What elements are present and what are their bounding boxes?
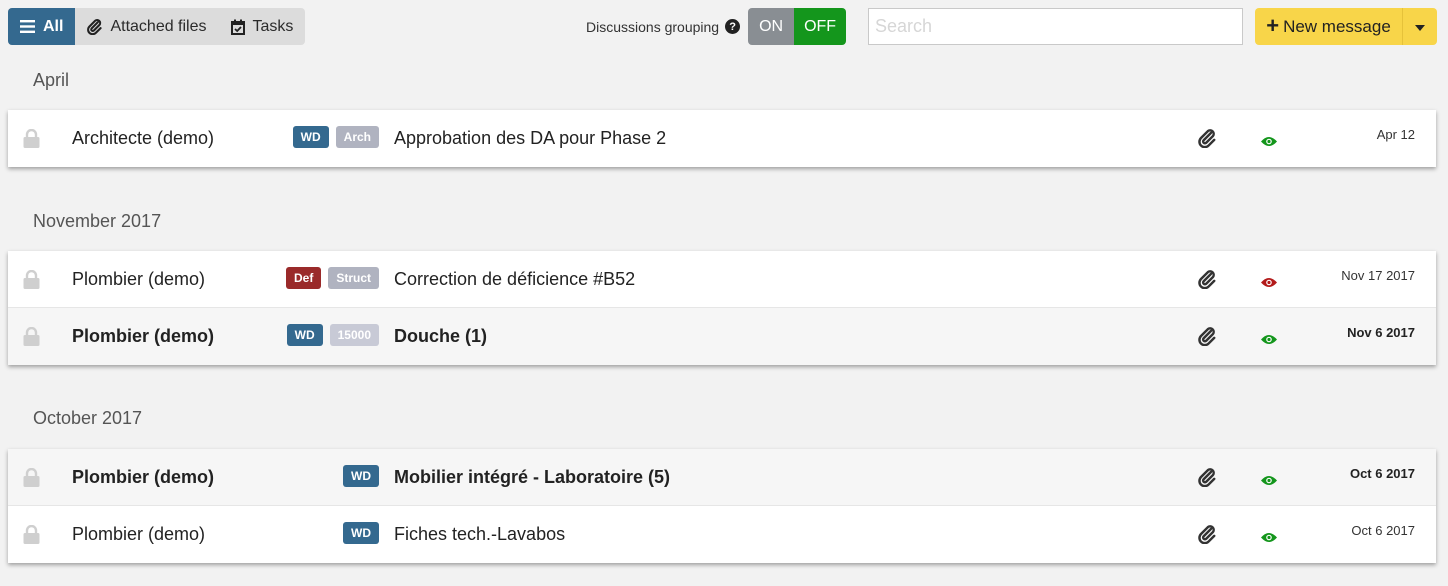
- message-group-card: Plombier (demo) WD Mobilier intégré - Labo…: [8, 449, 1436, 563]
- message-tag[interactable]: Def: [285, 267, 322, 289]
- message-date: Oct 6 2017: [1351, 523, 1415, 538]
- message-tag[interactable]: WD: [343, 465, 379, 487]
- group-title: April: [33, 70, 70, 90]
- paperclip-icon[interactable]: [1198, 128, 1216, 153]
- message-sender: Plombier (demo): [72, 269, 206, 289]
- message-sender: Plombier (demo): [72, 326, 215, 346]
- message-group-card: Architecte (demo) WD Arch Approbation des D…: [8, 110, 1436, 167]
- message-date: Apr 12: [1376, 127, 1415, 142]
- lock-icon: [23, 467, 40, 492]
- search-input[interactable]: [868, 8, 1243, 45]
- paperclip-icon[interactable]: [1198, 524, 1216, 549]
- lock-icon: [23, 128, 40, 153]
- message-tags: WD: [343, 465, 379, 487]
- lock-icon: [23, 326, 40, 351]
- message-tags: WD Arch: [292, 126, 379, 148]
- message-date: Nov 6 2017: [1347, 325, 1415, 340]
- filter-attached-files-label: Attached files: [110, 17, 207, 35]
- eye-icon[interactable]: [1261, 332, 1277, 350]
- filter-all-label: All: [43, 17, 64, 35]
- message-row[interactable]: Plombier (demo) WD 15000 Douche (1) Nov 6 20…: [8, 308, 1436, 365]
- filter-attached-files-button[interactable]: Attached files: [75, 8, 218, 45]
- group-title: November 2017: [33, 211, 162, 231]
- lock-icon: [23, 524, 40, 549]
- caret-down-icon: [1415, 18, 1425, 36]
- message-tags: WD 15000: [286, 324, 379, 346]
- eye-icon[interactable]: [1261, 473, 1277, 491]
- grouping-off-button[interactable]: OFF: [794, 8, 847, 45]
- plus-icon: +: [1266, 12, 1280, 38]
- menu-icon: [20, 20, 35, 33]
- message-sender: Plombier (demo): [72, 524, 206, 544]
- paperclip-icon[interactable]: [1198, 269, 1216, 294]
- new-message-dropdown-button[interactable]: [1403, 8, 1437, 45]
- message-tag[interactable]: WD: [286, 324, 323, 346]
- filter-group: All Attached files Tasks: [8, 8, 306, 45]
- message-date: Nov 17 2017: [1341, 268, 1415, 283]
- message-subject[interactable]: Correction de déficience #B52: [394, 251, 635, 308]
- message-tag[interactable]: 15000: [329, 324, 379, 346]
- message-row[interactable]: Architecte (demo) WD Arch Approbation des D…: [8, 110, 1436, 167]
- grouping-on-button[interactable]: ON: [748, 8, 795, 45]
- filter-tasks-label: Tasks: [252, 17, 294, 35]
- toolbar: All Attached files Tasks Discussions gro…: [8, 8, 1438, 45]
- message-subject[interactable]: Fiches tech.-Lavabos: [394, 506, 565, 563]
- message-sender: Architecte (demo): [72, 128, 215, 148]
- eye-icon[interactable]: [1261, 134, 1277, 152]
- paperclip-icon: [87, 18, 103, 35]
- message-tag[interactable]: Struct: [328, 267, 379, 289]
- message-subject[interactable]: Approbation des DA pour Phase 2: [394, 110, 666, 167]
- group-title: October 2017: [33, 408, 143, 428]
- discussions-grouping: Discussions grouping ? ON OFF: [586, 8, 847, 45]
- eye-icon[interactable]: [1261, 530, 1277, 548]
- message-row[interactable]: Plombier (demo) Def Struct Correction de dé…: [8, 251, 1436, 308]
- message-tags: WD: [343, 522, 379, 544]
- question-circle-icon[interactable]: ?: [725, 19, 741, 34]
- lock-icon: [23, 269, 40, 294]
- grouping-toggle: ON OFF: [748, 8, 847, 45]
- message-tags: Def Struct: [285, 267, 379, 289]
- eye-icon[interactable]: [1261, 275, 1277, 293]
- message-row[interactable]: Plombier (demo) WD Mobilier intégré - Labo…: [8, 449, 1436, 506]
- calendar-check-icon: [230, 19, 245, 35]
- new-message-button[interactable]: + New message: [1255, 8, 1403, 45]
- message-date: Oct 6 2017: [1349, 466, 1415, 481]
- message-tag[interactable]: WD: [292, 126, 329, 148]
- message-subject[interactable]: Mobilier intégré - Laboratoire (5): [394, 449, 670, 506]
- message-subject[interactable]: Douche (1): [394, 308, 487, 365]
- message-row[interactable]: Plombier (demo) WD Fiches tech.-Lavabos Oct…: [8, 506, 1436, 563]
- message-tag[interactable]: Arch: [335, 126, 379, 148]
- new-message-label: New message: [1283, 16, 1391, 36]
- filter-tasks-button[interactable]: Tasks: [219, 8, 306, 45]
- filter-all-button[interactable]: All: [8, 8, 76, 45]
- grouping-label: Discussions grouping: [586, 18, 720, 35]
- message-sender: Plombier (demo): [72, 467, 215, 487]
- paperclip-icon[interactable]: [1198, 467, 1216, 492]
- message-tag[interactable]: WD: [343, 522, 379, 544]
- message-group-card: Plombier (demo) Def Struct Correction de dé…: [8, 251, 1436, 365]
- new-message-split-button: + New message: [1255, 8, 1437, 45]
- paperclip-icon[interactable]: [1198, 326, 1216, 351]
